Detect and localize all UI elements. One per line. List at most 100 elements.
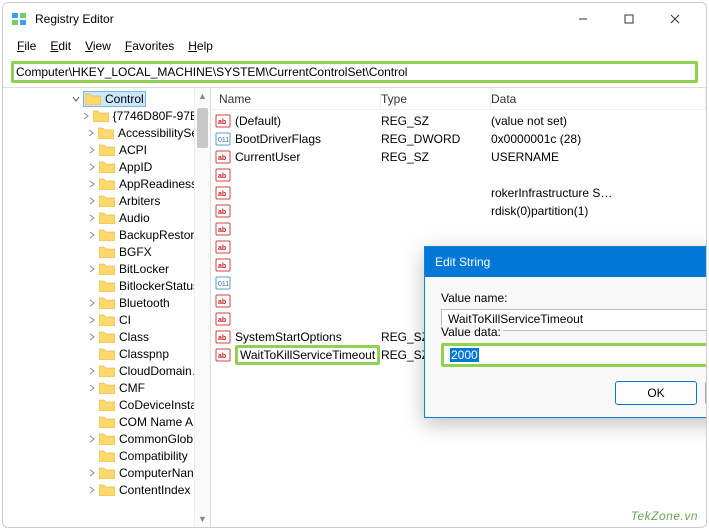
folder-icon <box>99 483 115 496</box>
tree-view[interactable]: Control{7746D80F-97E…AccessibilitySe…ACP… <box>3 88 211 527</box>
tree-item[interactable]: AccessibilitySe… <box>5 124 210 141</box>
list-view[interactable]: Name Type Data ab(Default)REG_SZ(value n… <box>211 88 706 527</box>
svg-text:ab: ab <box>218 317 226 324</box>
list-row[interactable]: ab <box>211 220 706 238</box>
folder-icon <box>99 364 115 377</box>
chevron-right-icon[interactable] <box>85 313 99 327</box>
tree-item[interactable]: {7746D80F-97E… <box>5 107 210 124</box>
list-row[interactable]: abrdisk(0)partition(1) <box>211 202 706 220</box>
tree-scrollbar[interactable]: ▲ ▼ <box>194 88 210 527</box>
tree-item[interactable]: Compatibility <box>5 447 210 464</box>
list-row[interactable]: abrokerInfrastructure S… <box>211 184 706 202</box>
menu-view[interactable]: View <box>79 37 117 55</box>
col-data[interactable]: Data <box>491 88 706 109</box>
close-button[interactable] <box>652 3 698 35</box>
scroll-up-icon[interactable]: ▲ <box>195 88 210 104</box>
tree-item-label: Control <box>105 92 144 106</box>
column-headers[interactable]: Name Type Data <box>211 88 706 110</box>
col-name[interactable]: Name <box>211 88 381 109</box>
folder-icon <box>99 347 115 360</box>
chevron-right-icon[interactable] <box>85 466 99 480</box>
chevron-right-icon[interactable] <box>85 177 99 191</box>
tree-item[interactable]: COM Name A… <box>5 413 210 430</box>
titlebar[interactable]: Registry Editor <box>3 3 706 35</box>
tree-item-label: CI <box>119 313 131 327</box>
chevron-right-icon[interactable] <box>85 483 99 497</box>
tree-item-label: Arbiters <box>119 194 160 208</box>
tree-item[interactable]: CoDeviceInsta… <box>5 396 210 413</box>
tree-item[interactable]: Arbiters <box>5 192 210 209</box>
chevron-right-icon[interactable] <box>85 296 99 310</box>
tree-item[interactable]: ComputerNan… <box>5 464 210 481</box>
value-data: USERNAME <box>491 150 706 164</box>
svg-text:ab: ab <box>218 353 226 360</box>
tree-item[interactable]: ACPI <box>5 141 210 158</box>
folder-icon <box>99 194 115 207</box>
tree-item[interactable]: CMF <box>5 379 210 396</box>
tree-item[interactable]: Class <box>5 328 210 345</box>
folder-icon <box>99 228 115 241</box>
chevron-right-icon[interactable] <box>85 211 99 225</box>
tree-item[interactable]: AppReadiness <box>5 175 210 192</box>
menu-file[interactable]: File <box>11 37 42 55</box>
svg-text:ab: ab <box>218 299 226 306</box>
list-row[interactable]: ab <box>211 166 706 184</box>
scroll-down-icon[interactable]: ▼ <box>195 511 210 527</box>
tree-item[interactable]: CommonGlob… <box>5 430 210 447</box>
minimize-button[interactable] <box>560 3 606 35</box>
watermark: TekZone.vn <box>631 509 698 523</box>
tree-item-label: BGFX <box>119 245 152 259</box>
col-type[interactable]: Type <box>381 88 491 109</box>
chevron-blank <box>85 449 99 463</box>
folder-icon <box>99 466 115 479</box>
tree-item[interactable]: Classpnp <box>5 345 210 362</box>
tree-item[interactable]: Control <box>5 90 210 107</box>
ok-button[interactable]: OK <box>615 381 697 405</box>
menu-favorites[interactable]: Favorites <box>119 37 180 55</box>
list-row[interactable]: ab(Default)REG_SZ(value not set) <box>211 112 706 130</box>
chevron-right-icon[interactable] <box>85 160 99 174</box>
chevron-right-icon[interactable] <box>80 109 93 123</box>
cancel-button[interactable]: Cancel <box>705 381 706 405</box>
value-data-label: Value data: <box>439 325 503 339</box>
folder-icon <box>99 160 115 173</box>
list-row[interactable]: abCurrentUserREG_SZUSERNAME <box>211 148 706 166</box>
chevron-right-icon[interactable] <box>85 330 99 344</box>
tree-item[interactable]: ContentIndex <box>5 481 210 498</box>
tree-item[interactable]: Audio <box>5 209 210 226</box>
tree-item-label: Classpnp <box>119 347 169 361</box>
chevron-right-icon[interactable] <box>85 228 99 242</box>
chevron-right-icon[interactable] <box>85 143 99 157</box>
folder-icon <box>99 398 115 411</box>
chevron-down-icon[interactable] <box>69 92 83 106</box>
tree-item[interactable]: CI <box>5 311 210 328</box>
menu-edit[interactable]: Edit <box>44 37 77 55</box>
tree-item[interactable]: BitLocker <box>5 260 210 277</box>
chevron-right-icon[interactable] <box>85 381 99 395</box>
tree-item[interactable]: BitlockerStatus <box>5 277 210 294</box>
dialog-title: Edit String <box>435 255 490 269</box>
menu-help[interactable]: Help <box>182 37 219 55</box>
tree-item-label: BackupRestore <box>119 228 201 242</box>
tree-item[interactable]: AppID <box>5 158 210 175</box>
tree-item[interactable]: Bluetooth <box>5 294 210 311</box>
tree-item-label: COM Name A… <box>119 415 205 429</box>
chevron-right-icon[interactable] <box>85 262 99 276</box>
chevron-right-icon[interactable] <box>84 126 98 140</box>
tree-item-label: Compatibility <box>119 449 188 463</box>
scroll-thumb[interactable] <box>197 108 208 148</box>
tree-item-label: CommonGlob… <box>119 432 205 446</box>
folder-icon <box>99 415 115 428</box>
tree-item[interactable]: BGFX <box>5 243 210 260</box>
maximize-button[interactable] <box>606 3 652 35</box>
chevron-right-icon[interactable] <box>85 364 99 378</box>
tree-item[interactable]: BackupRestore <box>5 226 210 243</box>
tree-item[interactable]: CloudDomain… <box>5 362 210 379</box>
chevron-right-icon[interactable] <box>85 432 99 446</box>
chevron-right-icon[interactable] <box>85 194 99 208</box>
dialog-titlebar[interactable]: Edit String <box>425 247 706 277</box>
value-type: REG_DWORD <box>381 132 491 146</box>
address-bar[interactable]: Computer\HKEY_LOCAL_MACHINE\SYSTEM\Curre… <box>11 61 698 83</box>
list-row[interactable]: 011BootDriverFlagsREG_DWORD0x0000001c (2… <box>211 130 706 148</box>
value-data-input[interactable]: 2000 <box>441 343 706 367</box>
